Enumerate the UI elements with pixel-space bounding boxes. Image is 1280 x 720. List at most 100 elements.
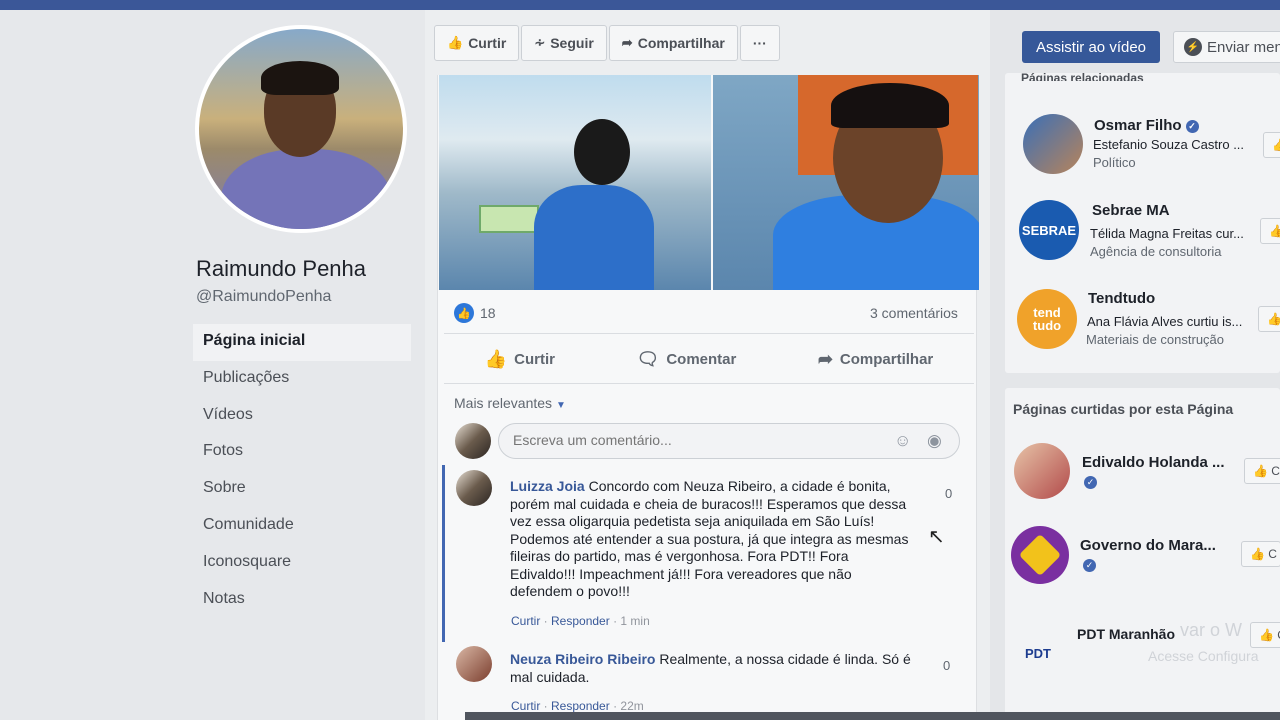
verified-badge-icon: ✓ bbox=[1185, 119, 1199, 133]
comment-reply-link[interactable]: Responder bbox=[551, 699, 610, 713]
nav-item-home[interactable]: Página inicial bbox=[193, 324, 411, 361]
nav-item-notes[interactable]: Notas bbox=[193, 582, 411, 619]
liked-page-avatar[interactable] bbox=[1014, 443, 1070, 499]
related-page-avatar[interactable] bbox=[1023, 114, 1083, 174]
nav-item-about[interactable]: Sobre bbox=[193, 471, 411, 508]
follow-button[interactable]: ∻ Seguir bbox=[521, 25, 607, 61]
profile-avatar[interactable] bbox=[195, 25, 407, 233]
share-page-button[interactable]: ➦ Compartilhar bbox=[608, 25, 738, 61]
photo-person-body bbox=[534, 185, 654, 290]
like-count: 18 bbox=[480, 305, 496, 321]
comment-time[interactable]: 1 min bbox=[620, 614, 649, 628]
screen-bottom-bar bbox=[465, 712, 1280, 720]
divider bbox=[444, 383, 974, 384]
caret-down-icon: ▼ bbox=[556, 400, 566, 411]
sticker-icon[interactable]: ◉ bbox=[927, 431, 942, 451]
divider bbox=[444, 333, 974, 334]
related-page-name[interactable]: Osmar Filho ✓ bbox=[1094, 117, 1199, 134]
verified-badge-icon: ✓ bbox=[1084, 476, 1097, 490]
page-action-bar: 👍 Curtir ∻ Seguir ➦ Compartilhar ··· bbox=[434, 25, 782, 61]
emoji-icon[interactable]: ☺ bbox=[894, 431, 911, 451]
nav-item-videos[interactable]: Vídeos bbox=[193, 398, 411, 435]
comment-input[interactable] bbox=[513, 432, 873, 448]
related-page-like-button[interactable]: 👍 bbox=[1260, 218, 1280, 244]
like-page-button[interactable]: 👍 Curtir bbox=[434, 25, 520, 61]
comment-body: Luizza Joia Concordo com Neuza Ribeiro, … bbox=[510, 478, 915, 601]
pdt-logo[interactable]: PDT bbox=[1020, 613, 1056, 661]
photo-person-head bbox=[574, 119, 630, 185]
send-message-button[interactable]: ⚡ Enviar men bbox=[1173, 31, 1280, 63]
tendtudo-logo[interactable]: tend tudo bbox=[1017, 289, 1077, 349]
sebrae-logo[interactable]: SEBRAE bbox=[1019, 200, 1079, 260]
liked-page-like-button[interactable]: 👍 C bbox=[1241, 541, 1280, 567]
post-photo-2[interactable] bbox=[713, 75, 979, 290]
post-photo-1[interactable] bbox=[439, 75, 711, 290]
liked-page-like-button[interactable]: 👍 C bbox=[1244, 458, 1280, 484]
related-page-social: Estefanio Souza Castro ... bbox=[1093, 137, 1245, 152]
related-page-social: Ana Flávia Alves curtiu is... bbox=[1087, 314, 1243, 329]
related-page-name-text: Osmar Filho bbox=[1094, 117, 1182, 134]
comment-reply-link[interactable]: Responder bbox=[551, 614, 610, 628]
avatar-shirt bbox=[221, 149, 391, 229]
thumbs-up-icon: 👍 bbox=[1272, 138, 1280, 152]
liked-page-name[interactable]: PDT Maranhão bbox=[1077, 626, 1175, 642]
nav-item-posts[interactable]: Publicações bbox=[193, 361, 411, 398]
nav-item-photos[interactable]: Fotos bbox=[193, 434, 411, 471]
watch-video-button[interactable]: Assistir ao vídeo bbox=[1022, 31, 1160, 63]
liked-pages-header: Páginas curtidas por esta Página bbox=[1013, 401, 1234, 417]
page-nav: Página inicial Publicações Vídeos Fotos … bbox=[193, 324, 411, 618]
comment-box[interactable]: ☺ ◉ bbox=[498, 423, 960, 459]
related-page-category: Materiais de construção bbox=[1086, 332, 1225, 347]
liked-page-badge: ✓ bbox=[1083, 557, 1096, 573]
comment-time[interactable]: 22m bbox=[620, 699, 643, 713]
liked-page-name[interactable]: Governo do Mara... bbox=[1080, 537, 1216, 554]
comment-author[interactable]: Neuza Ribeiro Ribeiro bbox=[510, 651, 655, 667]
liked-page-like-button[interactable]: 👍 C bbox=[1250, 622, 1280, 648]
comment-author[interactable]: Luizza Joia bbox=[510, 478, 585, 494]
liked-page-badge: ✓ bbox=[1084, 474, 1097, 490]
comment-like-link[interactable]: Curtir bbox=[511, 614, 540, 628]
related-page-name[interactable]: Tendtudo bbox=[1088, 290, 1155, 307]
related-page-name[interactable]: Sebrae MA bbox=[1092, 202, 1170, 219]
post-comment-button[interactable]: 🗨 Comentar bbox=[636, 340, 736, 378]
thumbs-up-icon: 👍 bbox=[1250, 547, 1265, 561]
comment-count[interactable]: 3 comentários bbox=[870, 305, 958, 321]
liked-page-like-label: C bbox=[1268, 547, 1277, 561]
nav-item-iconosquare[interactable]: Iconosquare bbox=[193, 545, 411, 582]
related-page-like-button[interactable]: 👍 bbox=[1263, 132, 1280, 158]
post-actions: 👍 Curtir 🗨 Comentar ➦ Compartilhar bbox=[444, 340, 974, 378]
sort-label: Mais relevantes bbox=[454, 395, 553, 411]
comment-like-link[interactable]: Curtir bbox=[511, 699, 540, 713]
mouse-cursor-icon: ↖ bbox=[928, 526, 945, 548]
map-icon bbox=[1018, 533, 1062, 577]
comment-meta: Curtir · Responder · 22m bbox=[511, 699, 644, 713]
reaction-summary[interactable]: 👍 18 bbox=[454, 303, 496, 323]
related-page-social: Télida Magna Freitas cur... bbox=[1090, 226, 1244, 241]
liked-page-avatar[interactable] bbox=[1011, 526, 1069, 584]
liked-page-name[interactable]: Edivaldo Holanda ... bbox=[1082, 454, 1225, 471]
nav-item-community[interactable]: Comunidade bbox=[193, 508, 411, 545]
new-comment-highlight bbox=[442, 465, 445, 642]
send-message-label: Enviar men bbox=[1207, 38, 1280, 56]
liked-page-like-label: C bbox=[1271, 464, 1280, 478]
more-options-button[interactable]: ··· bbox=[739, 25, 780, 61]
comment-sort-dropdown[interactable]: Mais relevantes ▼ bbox=[454, 395, 566, 411]
post-share-button[interactable]: ➦ Compartilhar bbox=[818, 340, 933, 378]
post-like-button[interactable]: 👍 Curtir bbox=[485, 340, 555, 378]
page-handle[interactable]: @RaimundoPenha bbox=[196, 288, 331, 306]
thumbs-up-icon: 👍 bbox=[1253, 464, 1268, 478]
related-page-like-button[interactable]: 👍 bbox=[1258, 306, 1280, 332]
top-blue-bar bbox=[0, 0, 1280, 10]
comment-text: Concordo com Neuza Ribeiro, a cidade é b… bbox=[510, 478, 909, 599]
like-page-label: Curtir bbox=[468, 35, 507, 51]
comment-body: Neuza Ribeiro Ribeiro Realmente, a nossa… bbox=[510, 651, 915, 686]
commenter-avatar[interactable] bbox=[456, 470, 492, 506]
like-reaction-icon: 👍 bbox=[454, 303, 474, 323]
photo-person-hair bbox=[831, 83, 949, 128]
thumbs-up-icon: 👍 bbox=[1269, 224, 1280, 238]
thumbs-up-icon: 👍 bbox=[1259, 628, 1274, 642]
related-pages-header: Páginas relacionadas bbox=[1021, 71, 1144, 81]
commenter-avatar[interactable] bbox=[456, 646, 492, 682]
page-name[interactable]: Raimundo Penha bbox=[196, 256, 366, 282]
post-share-label: Compartilhar bbox=[839, 350, 934, 368]
